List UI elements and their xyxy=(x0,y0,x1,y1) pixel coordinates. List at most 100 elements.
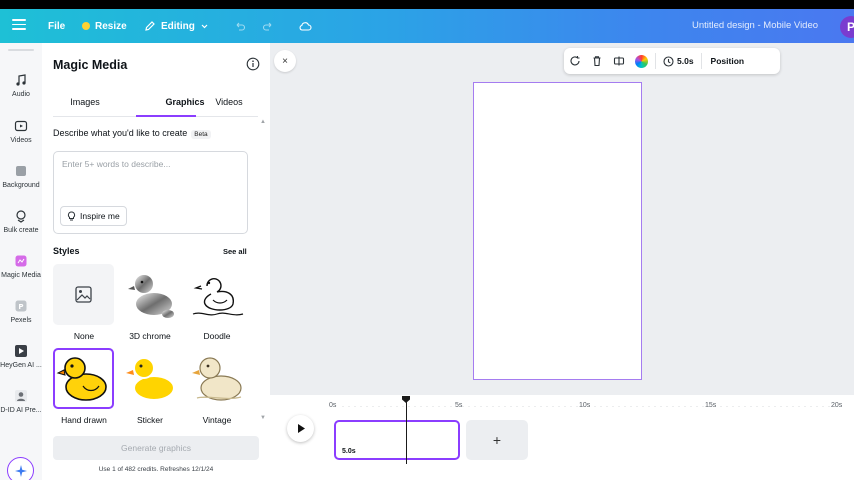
music-note-icon xyxy=(16,74,26,86)
delete-button[interactable] xyxy=(586,48,608,74)
add-page-button[interactable]: + xyxy=(466,420,528,460)
rail-label: Magic Media xyxy=(1,272,41,279)
playhead[interactable] xyxy=(406,398,407,464)
see-all-link[interactable]: See all xyxy=(223,247,247,256)
lightbulb-icon xyxy=(67,211,76,221)
generate-graphics-button[interactable]: Generate graphics xyxy=(53,436,259,460)
toolbar-divider xyxy=(655,53,656,69)
duration-button[interactable]: 5.0s xyxy=(659,55,698,67)
rail-label: D-ID AI Pre... xyxy=(0,407,42,414)
close-icon: × xyxy=(282,55,288,67)
plus-icon: + xyxy=(492,432,502,448)
color-wheel-icon xyxy=(634,54,648,68)
rail-label: HeyGen AI ... xyxy=(0,362,42,369)
beta-badge: Beta xyxy=(191,130,211,139)
document-title[interactable]: Untitled design - Mobile Video xyxy=(692,20,818,31)
magic-assistant-button[interactable] xyxy=(7,457,34,480)
clip-duration: 5.0s xyxy=(342,448,356,455)
element-toolbar: 5.0s Position xyxy=(564,48,780,74)
crown-icon xyxy=(82,22,90,30)
style-label-sticker: Sticker xyxy=(137,415,163,425)
rail-item-bulk-create[interactable]: Bulk create xyxy=(0,209,42,234)
ruler-label: 15s xyxy=(705,402,717,409)
image-placeholder-icon xyxy=(75,286,92,303)
ruler-label: 10s xyxy=(579,402,591,409)
rail-divider xyxy=(8,49,34,51)
rail-item-videos[interactable]: Videos xyxy=(0,119,42,144)
top-bar: File Resize Editing Untitled design - Mo… xyxy=(0,9,854,43)
media-tabs: Images Graphics Videos xyxy=(53,95,258,117)
tab-images[interactable]: Images xyxy=(59,97,111,107)
cloud-icon xyxy=(299,22,312,31)
scroll-down-arrow[interactable]: ▼ xyxy=(260,415,266,421)
inspire-me-button[interactable]: Inspire me xyxy=(60,206,127,226)
position-button[interactable]: Position xyxy=(705,56,751,66)
avatar[interactable]: P xyxy=(840,16,854,38)
style-label-hand-drawn: Hand drawn xyxy=(61,415,107,425)
trash-icon xyxy=(593,56,601,67)
file-label: File xyxy=(48,20,66,32)
rail-item-audio[interactable]: Audio xyxy=(0,73,42,98)
rail-label: Bulk create xyxy=(3,227,39,234)
rail-item-magic-media[interactable]: Magic Media xyxy=(0,254,42,279)
style-card-3d-chrome[interactable] xyxy=(120,264,181,325)
undo-icon xyxy=(236,22,246,31)
rail-item-pexels[interactable]: P Pexels xyxy=(0,299,42,324)
active-tab-indicator xyxy=(136,115,196,117)
info-icon[interactable] xyxy=(246,57,260,71)
timeline-clip[interactable]: 5.0s xyxy=(334,420,460,460)
redo-button[interactable] xyxy=(256,14,280,38)
top-black-bar xyxy=(0,0,854,9)
split-button[interactable] xyxy=(608,48,630,74)
refresh-icon xyxy=(570,56,580,66)
chevron-down-icon xyxy=(201,24,208,28)
sparkle-icon xyxy=(14,464,27,477)
color-button[interactable] xyxy=(630,48,652,74)
scroll-up-arrow[interactable]: ▲ xyxy=(260,119,266,125)
left-rail: Audio Videos Background Bulk create Magi… xyxy=(0,43,42,480)
style-card-sticker[interactable] xyxy=(120,348,181,409)
style-card-none[interactable] xyxy=(53,264,114,325)
styles-heading: Styles xyxy=(53,246,80,256)
prompt-input[interactable]: Enter 5+ words to describe... Inspire me xyxy=(53,151,248,234)
hand-drawn-duck-image xyxy=(56,357,107,401)
rail-item-background[interactable]: Background xyxy=(0,164,42,189)
rail-item-d-id[interactable]: D-ID AI Pre... xyxy=(0,389,42,414)
resize-button[interactable]: Resize xyxy=(76,14,133,38)
rail-item-heygen[interactable]: HeyGen AI ... xyxy=(0,344,42,369)
svg-text:P: P xyxy=(18,303,23,311)
play-button[interactable] xyxy=(287,415,314,442)
vintage-duck-image xyxy=(192,357,242,401)
ruler-label: 0s xyxy=(329,402,337,409)
file-menu-button[interactable]: File xyxy=(42,14,71,38)
ruler-label: 20s xyxy=(831,402,843,409)
style-label-none: None xyxy=(73,331,95,341)
close-panel-button[interactable]: × xyxy=(274,50,296,72)
tab-videos[interactable]: Videos xyxy=(203,97,255,107)
save-status-button[interactable] xyxy=(292,14,318,38)
style-label-3d-chrome: 3D chrome xyxy=(129,331,171,341)
panel-title: Magic Media xyxy=(53,58,128,72)
describe-label: Describe what you'd like to create Beta xyxy=(53,128,211,139)
doodle-duck-image xyxy=(192,278,244,316)
prompt-placeholder: Enter 5+ words to describe... xyxy=(62,159,171,169)
style-label-vintage: Vintage xyxy=(202,415,232,425)
menu-icon[interactable] xyxy=(12,19,26,31)
play-icon xyxy=(297,424,305,433)
editing-mode-button[interactable]: Editing xyxy=(138,14,215,38)
credits-note: Use 1 of 482 credits. Refreshes 12/1/24 xyxy=(98,466,214,473)
style-card-hand-drawn[interactable] xyxy=(53,348,114,409)
rail-label: Background xyxy=(2,182,40,189)
rail-label: Audio xyxy=(12,91,30,98)
video-icon xyxy=(14,120,28,132)
style-card-vintage[interactable] xyxy=(187,348,248,409)
magic-media-icon xyxy=(15,255,27,267)
undo-button[interactable] xyxy=(228,14,252,38)
design-page[interactable] xyxy=(473,82,642,380)
avatar-initial: P xyxy=(846,20,854,34)
rail-label: Videos xyxy=(10,137,32,144)
refresh-button[interactable] xyxy=(564,48,586,74)
style-label-doodle: Doodle xyxy=(203,331,231,341)
style-card-doodle[interactable] xyxy=(187,264,248,325)
duration-label: 5.0s xyxy=(677,56,694,66)
